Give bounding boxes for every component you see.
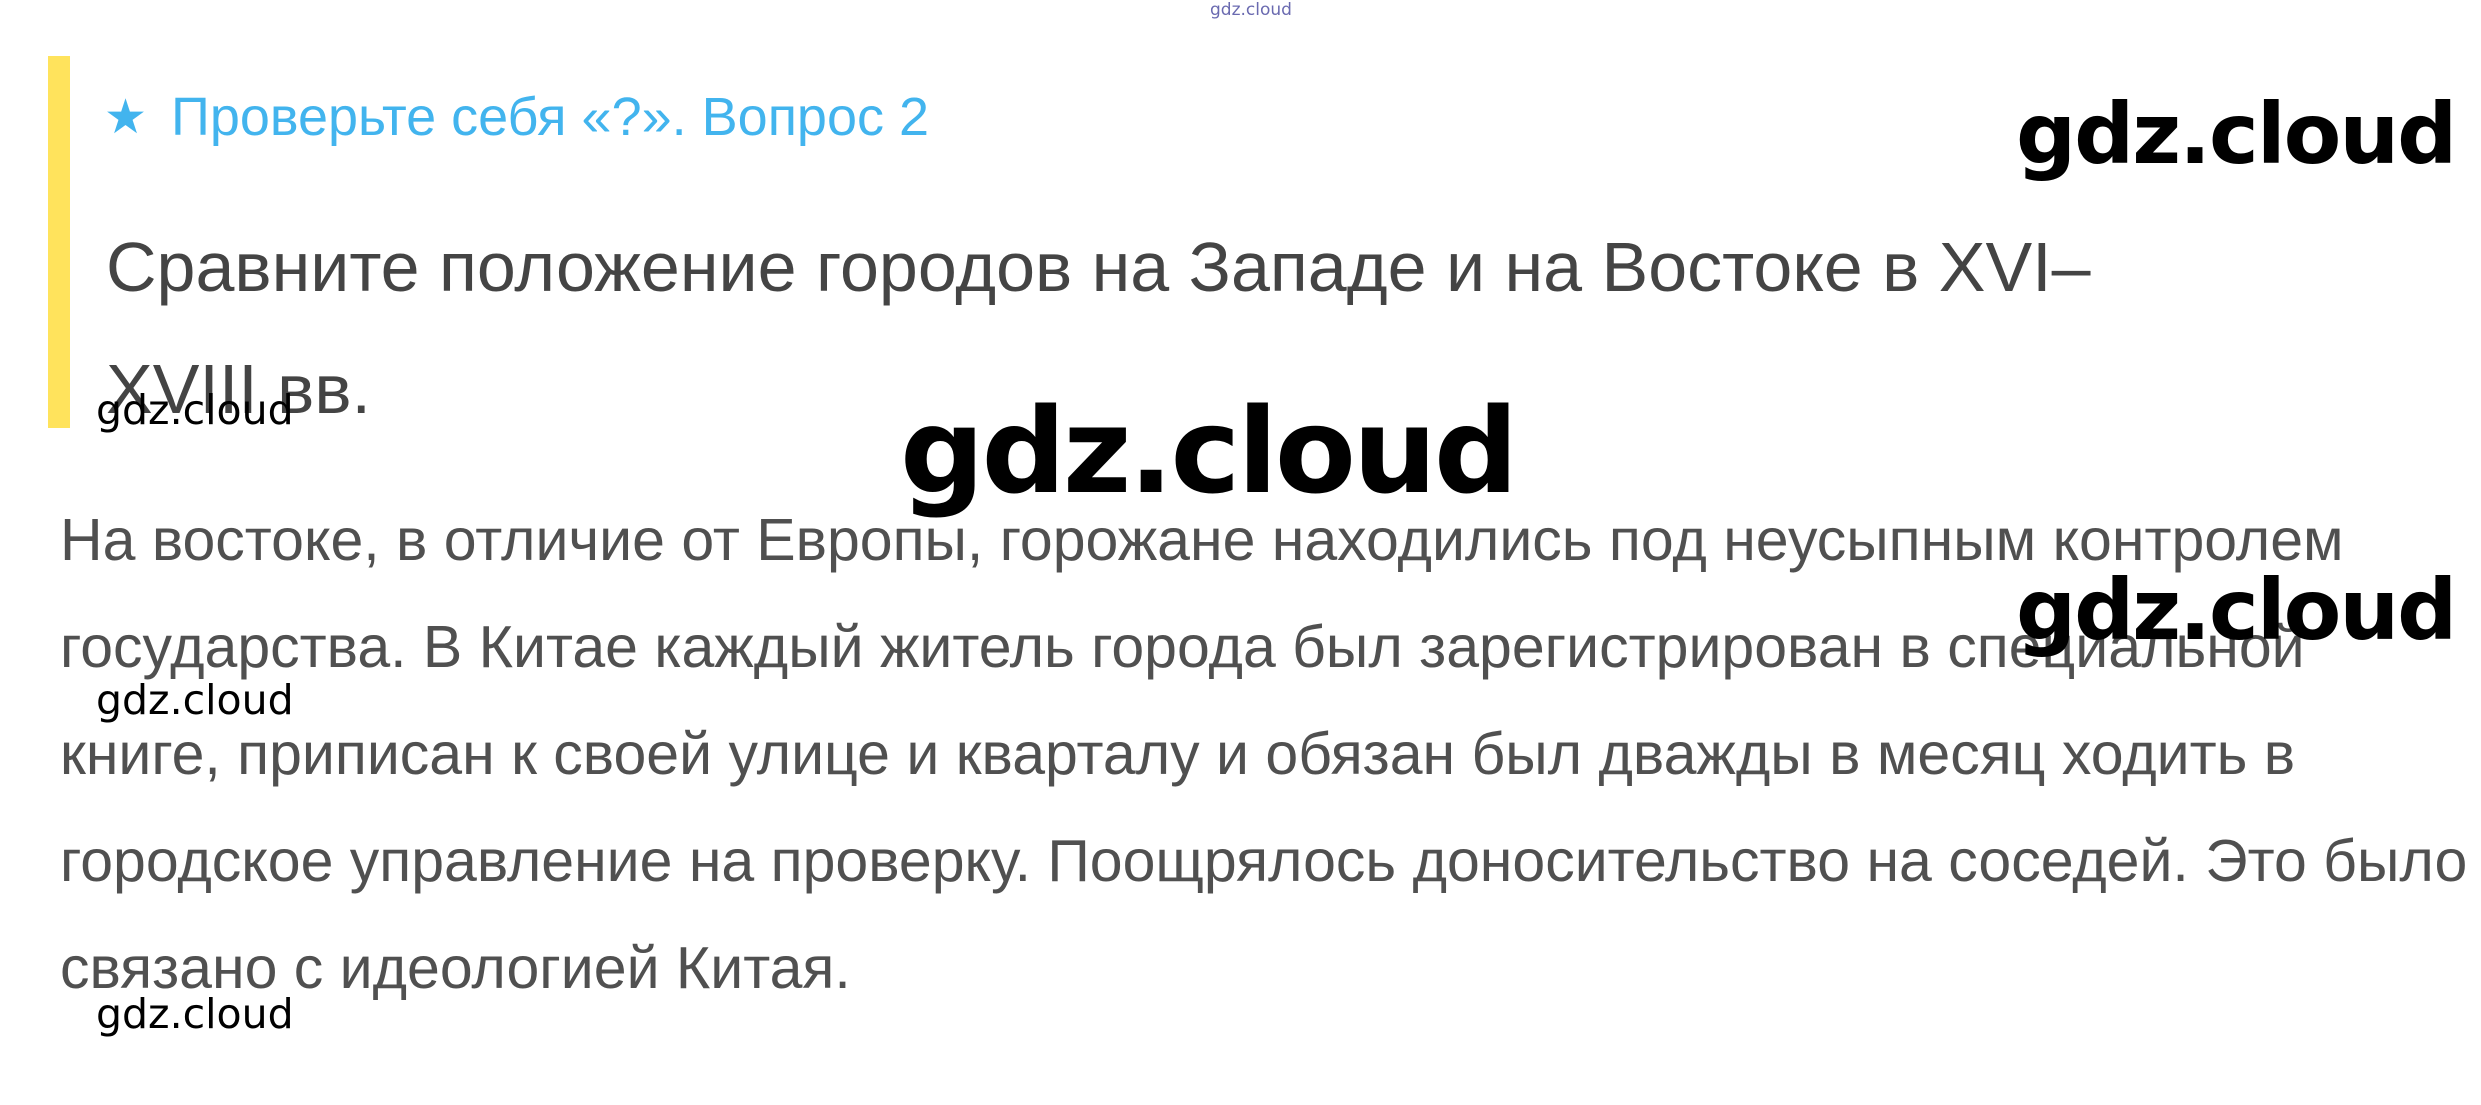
watermark-top-right: gdz.cloud xyxy=(2016,85,2457,183)
question-block: ★ Проверьте себя «?». Вопрос 2 Сравните … xyxy=(48,56,2248,428)
watermark-center: gdz.cloud xyxy=(900,382,1518,520)
star-icon: ★ xyxy=(104,89,148,145)
question-title: Проверьте себя «?». Вопрос 2 xyxy=(171,87,930,147)
watermark-right-middle: gdz.cloud xyxy=(2016,561,2457,659)
question-header: ★ Проверьте себя «?». Вопрос 2 xyxy=(104,90,929,144)
watermark-left-2: gdz.cloud xyxy=(96,676,294,724)
watermark-left-3: gdz.cloud xyxy=(96,990,294,1038)
top-watermark: gdz.cloud xyxy=(1210,0,1292,20)
watermark-left-1: gdz.cloud xyxy=(96,386,294,434)
question-accent-bar xyxy=(48,56,70,428)
